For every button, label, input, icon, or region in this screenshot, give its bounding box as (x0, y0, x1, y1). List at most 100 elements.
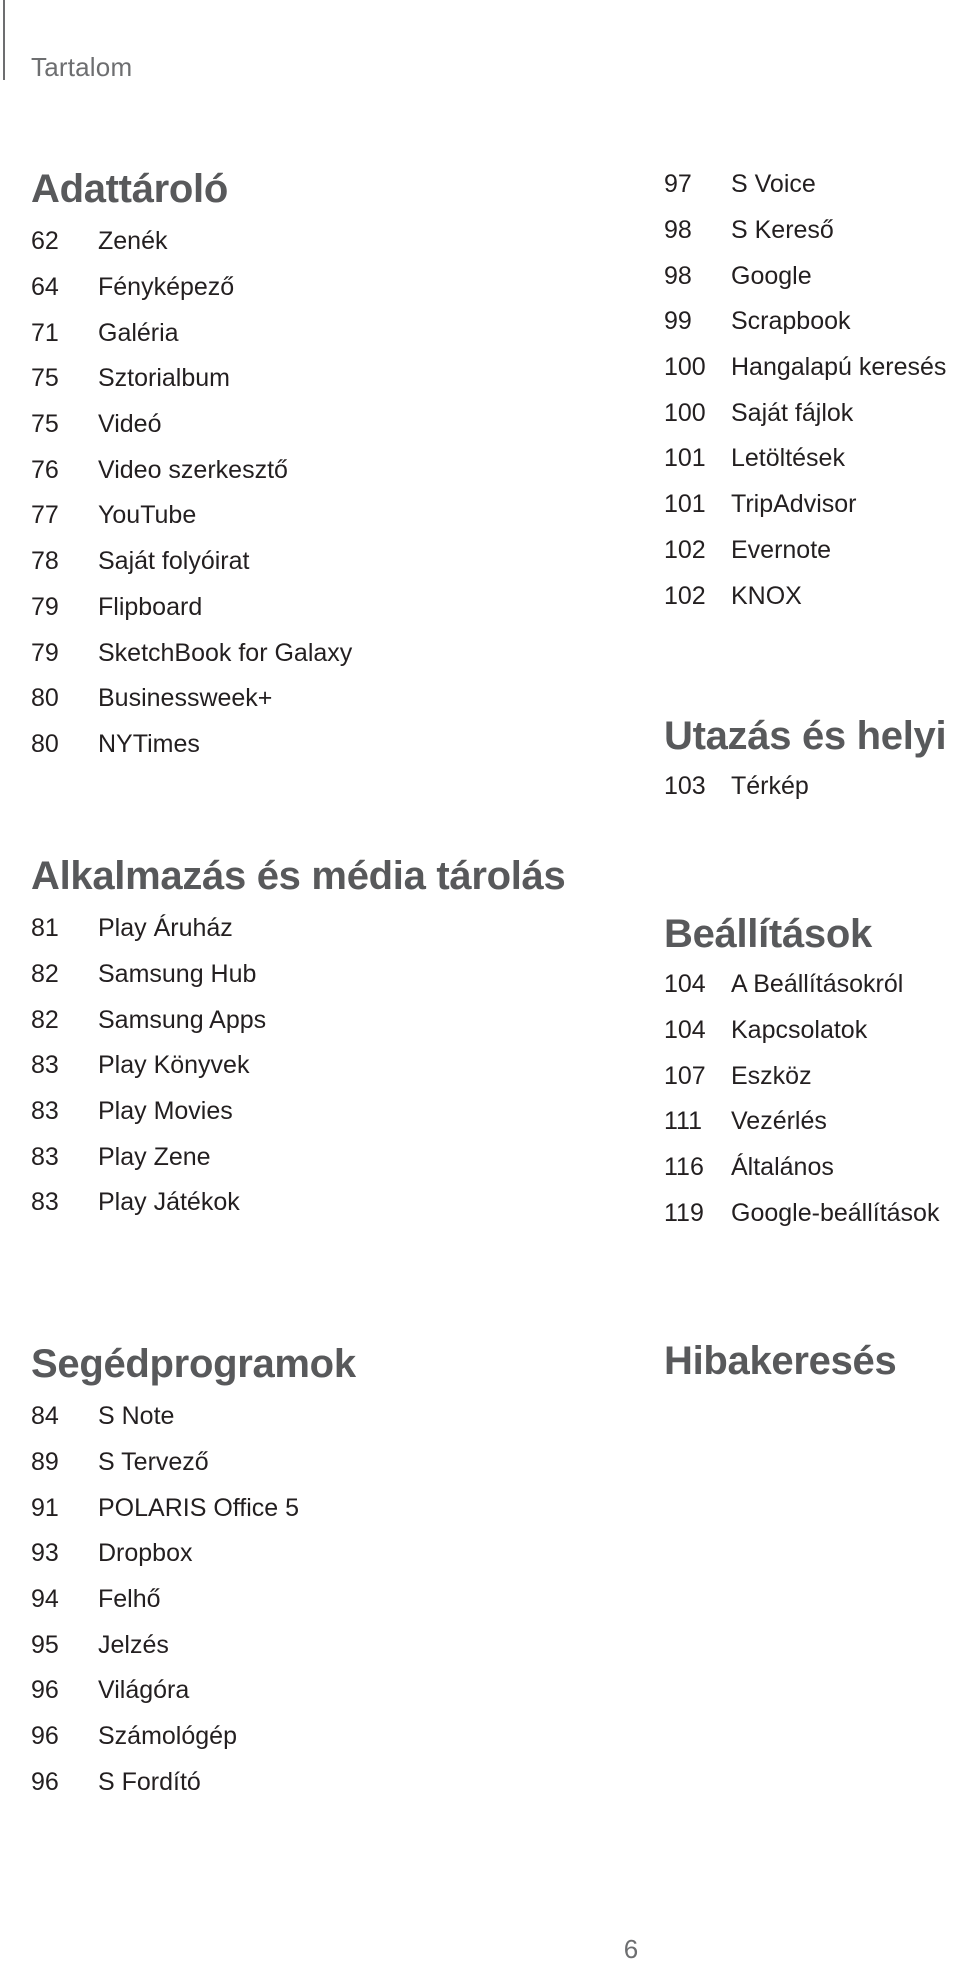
toc-entry-label: Számológép (98, 1722, 237, 1751)
toc-section-hibakereses: Hibakeresés (664, 1337, 897, 1385)
toc-entry[interactable]: 101 Letöltések (664, 436, 946, 482)
toc-entry-label: Play Könyvek (98, 1051, 250, 1080)
toc-entry-label: Play Zene (98, 1142, 211, 1171)
toc-entry-label: S Voice (731, 170, 816, 199)
toc-entry-label: Letöltések (731, 444, 845, 473)
toc-entry[interactable]: 79 Flipboard (31, 585, 352, 631)
toc-entry-label: Sztorialbum (98, 364, 230, 393)
toc-entry[interactable]: 83 Play Zene (31, 1134, 565, 1180)
toc-entry[interactable]: 91 POLARIS Office 5 (31, 1485, 356, 1531)
toc-entry[interactable]: 96 Számológép (31, 1714, 356, 1760)
toc-entry-page-number: 99 (664, 307, 692, 336)
toc-entry[interactable]: 83 Play Könyvek (31, 1043, 565, 1089)
toc-entry[interactable]: 100 Hangalapú keresés (664, 345, 946, 391)
toc-entry[interactable]: 96 S Fordító (31, 1760, 356, 1806)
toc-entry-page-number: 91 (31, 1493, 59, 1522)
toc-entry-label: Scrapbook (731, 307, 851, 336)
toc-entry[interactable]: 104 Kapcsolatok (664, 1008, 939, 1054)
toc-entry-page-number: 71 (31, 318, 59, 347)
toc-entry-label: Világóra (98, 1676, 190, 1705)
toc-entry-page-number: 111 (664, 1107, 703, 1136)
toc-entry[interactable]: 93 Dropbox (31, 1531, 356, 1577)
toc-entry[interactable]: 102 KNOX (664, 573, 946, 619)
toc-section-segedprogramok: Segédprogramok 84 S Note 89 S Tervező 91 POLA… (31, 1340, 356, 1805)
toc-entry-page-number: 82 (31, 1005, 59, 1034)
toc-entry-label: NYTimes (98, 729, 200, 758)
toc-entry[interactable]: 111 Vezérlés (664, 1099, 939, 1145)
toc-entry-page-number: 80 (31, 684, 59, 713)
toc-entry[interactable]: 94 Felhő (31, 1577, 356, 1623)
toc-entry[interactable]: 102 Evernote (664, 528, 946, 574)
toc-entry[interactable]: 107 Eszköz (664, 1053, 939, 1099)
toc-entry-page-number: 62 (31, 227, 59, 256)
toc-entry-page-number: 119 (664, 1198, 704, 1227)
toc-entry-label: Samsung Hub (98, 960, 257, 989)
toc-entry-label: Play Játékok (98, 1188, 240, 1217)
toc-entry-page-number: 93 (31, 1539, 59, 1568)
toc-entry[interactable]: 81 Play Áruház (31, 906, 565, 952)
toc-entry-page-number: 83 (31, 1097, 59, 1126)
toc-entry[interactable]: 80 Businessweek+ (31, 676, 352, 722)
toc-entry-label: TripAdvisor (731, 490, 857, 519)
toc-entry[interactable]: 103 Térkép (664, 764, 946, 810)
toc-entry[interactable]: 104 A Beállításokról (664, 962, 939, 1008)
toc-entry[interactable]: 101 TripAdvisor (664, 482, 946, 528)
toc-entry[interactable]: 98 S Kereső (664, 208, 946, 254)
toc-entry[interactable]: 99 Scrapbook (664, 299, 946, 345)
toc-entry-page-number: 82 (31, 960, 59, 989)
toc-entry[interactable]: 95 Jelzés (31, 1622, 356, 1668)
toc-entry-page-number: 96 (31, 1722, 59, 1751)
toc-entry-page-number: 84 (31, 1402, 59, 1431)
toc-list: 84 S Note 89 S Tervező 91 POLARIS Office 5 93 D… (31, 1394, 356, 1805)
toc-entry[interactable]: 64 Fényképező (31, 265, 352, 311)
toc-entry[interactable]: 82 Samsung Apps (31, 997, 565, 1043)
toc-entry[interactable]: 97 S Voice (664, 162, 946, 208)
toc-entry-page-number: 79 (31, 638, 59, 667)
toc-entry[interactable]: 116 Általános (664, 1145, 939, 1191)
toc-entry[interactable]: 98 Google (664, 253, 946, 299)
toc-entry[interactable]: 77 YouTube (31, 493, 352, 539)
toc-entry-label: Hangalapú keresés (731, 353, 947, 382)
toc-entry-label: S Tervező (98, 1448, 209, 1477)
section-heading: Segédprogramok (31, 1342, 356, 1386)
toc-entry[interactable]: 80 NYTimes (31, 722, 352, 768)
toc-entry-page-number: 83 (31, 1142, 59, 1171)
toc-entry[interactable]: 79 SketchBook for Galaxy (31, 630, 352, 676)
toc-entry-page-number: 80 (31, 729, 59, 758)
toc-entry-page-number: 102 (664, 535, 706, 564)
toc-entry[interactable]: 83 Play Játékok (31, 1180, 565, 1226)
toc-entry-label: Eszköz (731, 1061, 812, 1090)
toc-entry-label: Google (731, 261, 812, 290)
toc-entry[interactable]: 78 Saját folyóirat (31, 539, 352, 585)
toc-entry[interactable]: 119 Google-beállítások (664, 1190, 939, 1236)
toc-list: 97 S Voice 98 S Kereső 98 Google 99 Scrapbook 10… (664, 162, 946, 619)
toc-entry-page-number: 79 (31, 592, 59, 621)
toc-entry[interactable]: 83 Play Movies (31, 1089, 565, 1135)
toc-entry[interactable]: 71 Galéria (31, 310, 352, 356)
toc-entry-page-number: 75 (31, 364, 59, 393)
toc-entry[interactable]: 89 S Tervező (31, 1440, 356, 1486)
toc-entry-label: Play Áruház (98, 914, 233, 943)
toc-entry-label: Térkép (731, 772, 809, 801)
toc-entry-page-number: 101 (664, 490, 706, 519)
toc-entry[interactable]: 96 Világóra (31, 1668, 356, 1714)
toc-entry-label: Dropbox (98, 1539, 193, 1568)
page-number: 6 (623, 1934, 639, 1964)
toc-entry[interactable]: 76 Video szerkesztő (31, 447, 352, 493)
toc-entry[interactable]: 84 S Note (31, 1394, 356, 1440)
toc-entry-label: SketchBook for Galaxy (98, 638, 353, 667)
toc-entry[interactable]: 62 Zenék (31, 219, 352, 265)
toc-entry-label: Videó (98, 410, 162, 439)
toc-entry[interactable]: 75 Sztorialbum (31, 356, 352, 402)
toc-entry-page-number: 104 (664, 970, 706, 999)
toc-entry-page-number: 83 (31, 1051, 59, 1080)
toc-section-beallitasok: Beállítások 104 A Beállításokról 104 Kapcso… (664, 910, 939, 1236)
toc-entry-page-number: 89 (31, 1448, 59, 1477)
toc-entry-page-number: 103 (664, 772, 706, 801)
toc-entry[interactable]: 75 Videó (31, 402, 352, 448)
toc-entry[interactable]: 82 Samsung Hub (31, 952, 565, 998)
toc-entry-label: POLARIS Office 5 (98, 1493, 300, 1522)
toc-entry[interactable]: 100 Saját fájlok (664, 390, 946, 436)
toc-entry-page-number: 95 (31, 1630, 59, 1659)
toc-entry-page-number: 116 (664, 1153, 704, 1182)
